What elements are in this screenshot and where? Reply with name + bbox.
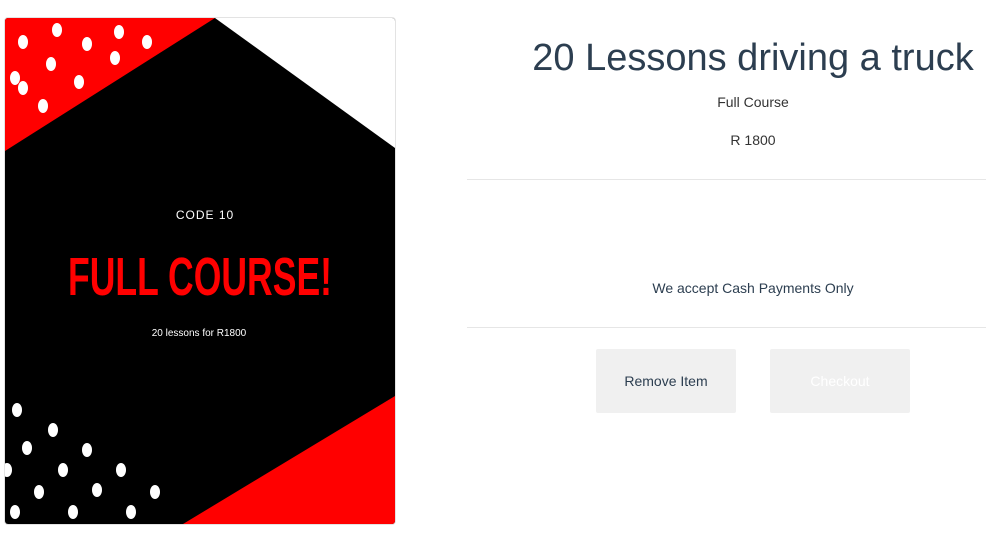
poster-tagline: 20 lessons for R1800: [152, 328, 247, 339]
product-title: 20 Lessons driving a truck: [532, 37, 974, 79]
product-subtitle: Full Course: [717, 94, 789, 110]
divider: [467, 179, 986, 180]
checkout-button[interactable]: Checkout: [770, 349, 910, 413]
remove-item-button[interactable]: Remove Item: [596, 349, 736, 413]
divider: [467, 327, 986, 328]
product-price: R 1800: [730, 132, 776, 148]
product-image: CODE 10 FULL COURSE! 20 lessons for R180…: [4, 17, 396, 525]
course-poster-graphic: CODE 10 FULL COURSE! 20 lessons for R180…: [5, 18, 395, 524]
poster-headline: FULL COURSE!: [68, 247, 332, 307]
payment-note: We accept Cash Payments Only: [652, 280, 854, 296]
poster-code-label: CODE 10: [176, 208, 234, 222]
product-details: 20 Lessons driving a truck Full Course R…: [467, 0, 986, 535]
